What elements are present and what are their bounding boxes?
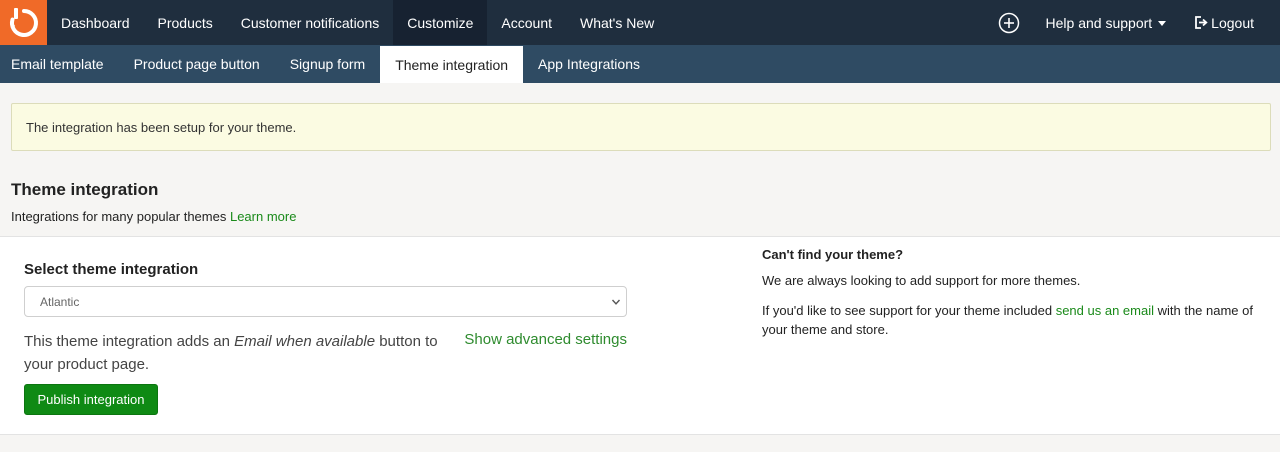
success-alert: The integration has been setup for your … (11, 103, 1271, 151)
page-title: Theme integration (11, 180, 159, 199)
integration-description: This theme integration adds an Email whe… (24, 330, 444, 376)
publish-integration-button[interactable]: Publish integration (24, 384, 158, 415)
send-email-link[interactable]: send us an email (1056, 303, 1154, 318)
help-and-support-label: Help and support (1045, 14, 1153, 31)
help-panel-text-1: We are always looking to add support for… (762, 273, 1081, 288)
logo-icon (9, 7, 38, 37)
plus-circle-icon (998, 12, 1019, 33)
sub-navigation-bar: Email template Product page button Signu… (0, 45, 1280, 83)
nav-customer-notifications[interactable]: Customer notifications (227, 0, 394, 45)
logout-label: Logout (1211, 14, 1254, 31)
help-and-support-menu[interactable]: Help and support (1032, 0, 1181, 45)
tab-theme-integration[interactable]: Theme integration (380, 46, 524, 83)
help-panel-text-2: If you'd like to see support for your th… (762, 301, 1272, 339)
tab-app-integrations[interactable]: App Integrations (523, 45, 655, 83)
logout-icon (1194, 16, 1208, 29)
add-button[interactable] (986, 0, 1032, 45)
help-panel-text-2-pre: If you'd like to see support for your th… (762, 303, 1056, 318)
chevron-down-icon (611, 297, 621, 307)
integration-description-em: Email when available (234, 333, 376, 350)
tab-signup-form[interactable]: Signup form (275, 45, 380, 83)
theme-integration-card: Select theme integration Atlantic This t… (0, 236, 1280, 435)
alert-text: The integration has been setup for your … (26, 119, 297, 135)
theme-select-value: Atlantic (40, 294, 80, 309)
integration-description-pre: This theme integration adds an (24, 333, 235, 350)
nav-whats-new[interactable]: What's New (566, 0, 668, 45)
page-description: Integrations for many popular themes Lea… (11, 209, 296, 224)
tab-product-page-button[interactable]: Product page button (119, 45, 275, 83)
page-description-text: Integrations for many popular themes (11, 209, 227, 224)
nav-customize[interactable]: Customize (393, 0, 488, 45)
show-advanced-settings-link[interactable]: Show advanced settings (464, 331, 627, 348)
select-theme-title: Select theme integration (24, 261, 199, 278)
nav-dashboard[interactable]: Dashboard (47, 0, 144, 45)
caret-down-icon (1158, 21, 1167, 26)
logout-link[interactable]: Logout (1180, 0, 1268, 45)
tab-email-template[interactable]: Email template (0, 45, 119, 83)
learn-more-link[interactable]: Learn more (230, 209, 296, 224)
nav-account[interactable]: Account (487, 0, 566, 45)
help-panel-title: Can't find your theme? (762, 247, 904, 262)
top-navigation-bar: Dashboard Products Customer notification… (0, 0, 1280, 45)
theme-select[interactable]: Atlantic (24, 286, 627, 317)
nav-products[interactable]: Products (144, 0, 227, 45)
app-logo[interactable] (0, 0, 47, 45)
